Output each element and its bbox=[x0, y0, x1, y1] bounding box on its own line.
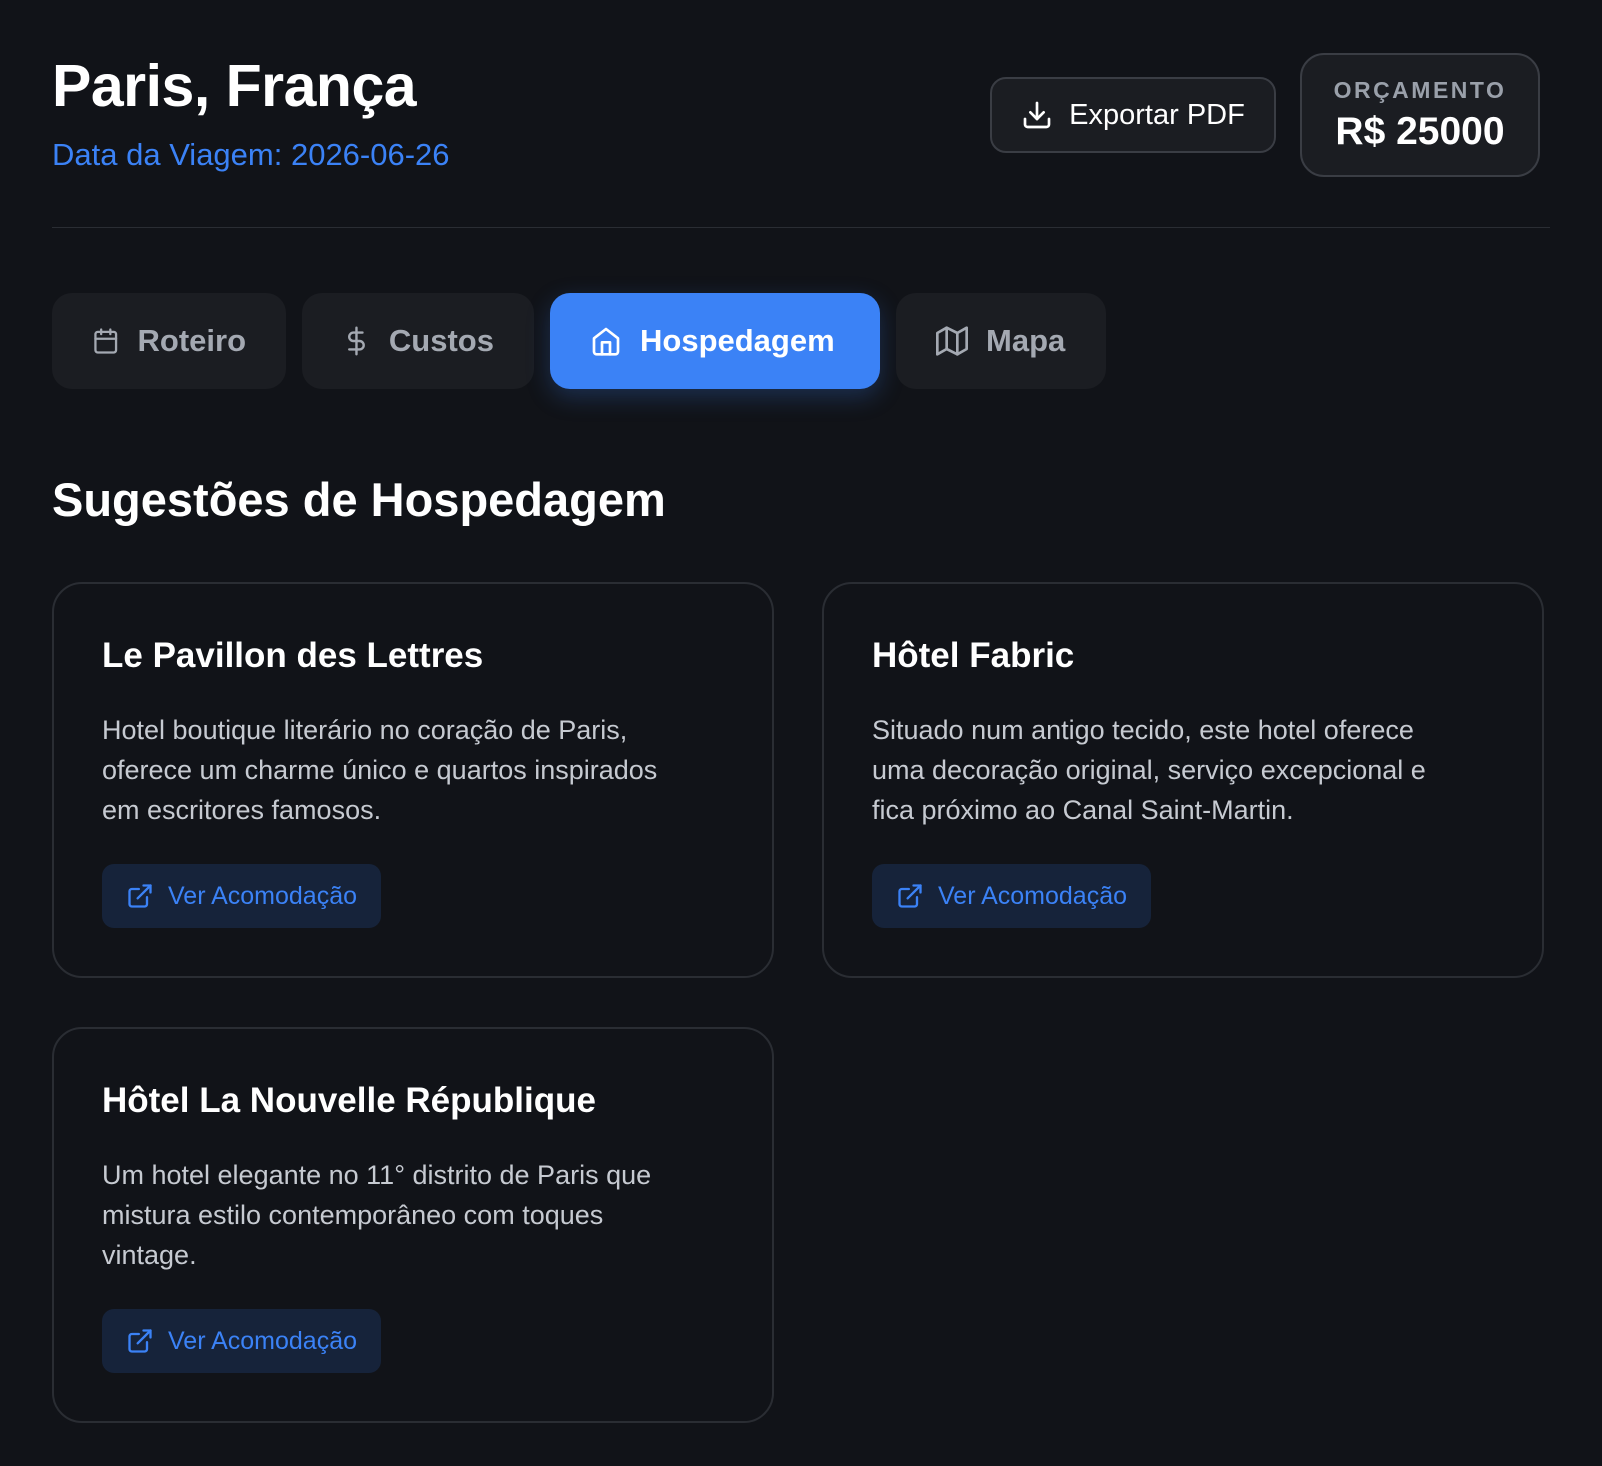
export-pdf-button[interactable]: Exportar PDF bbox=[990, 77, 1276, 153]
page-title: Paris, França bbox=[52, 53, 417, 119]
hotel-description: Situado num antigo tecido, este hotel of… bbox=[872, 715, 1426, 825]
view-accommodation-label: Ver Acomodação bbox=[168, 1326, 358, 1355]
hotel-name: Le Pavillon des Lettres bbox=[102, 636, 484, 675]
export-pdf-label: Exportar PDF bbox=[1069, 98, 1245, 131]
section-title: Sugestões de Hospedagem bbox=[52, 473, 666, 526]
external-link-icon bbox=[898, 884, 922, 908]
view-accommodation-label: Ver Acomodação bbox=[938, 881, 1128, 910]
budget-value: R$ 25000 bbox=[1335, 109, 1505, 153]
hotel-card: Hôtel La Nouvelle République Um hotel el… bbox=[52, 1027, 774, 1423]
hotel-name: Hôtel La Nouvelle République bbox=[102, 1081, 596, 1120]
trip-date: Data da Viagem: 2026-06-26 bbox=[52, 137, 450, 172]
tab-mapa[interactable]: Mapa bbox=[896, 293, 1106, 389]
budget-box: ORÇAMENTO R$ 25000 bbox=[1300, 53, 1540, 177]
view-accommodation-button[interactable]: Ver Acomodação bbox=[872, 864, 1152, 928]
budget-label: ORÇAMENTO bbox=[1333, 76, 1507, 103]
hotel-description: Um hotel elegante no 11° distrito de Par… bbox=[102, 1160, 652, 1270]
external-link-icon bbox=[128, 884, 152, 908]
download-icon bbox=[1023, 101, 1051, 129]
tab-roteiro[interactable]: Roteiro bbox=[52, 293, 286, 389]
header: Paris, França Data da Viagem: 2026-06-26… bbox=[52, 0, 1550, 228]
view-accommodation-label: Ver Acomodação bbox=[168, 881, 358, 910]
view-accommodation-button[interactable]: Ver Acomodação bbox=[102, 1309, 382, 1373]
external-link-icon bbox=[128, 1329, 152, 1353]
dollar-icon bbox=[348, 326, 365, 356]
tab-custos[interactable]: Custos bbox=[302, 293, 534, 389]
tab-label: Mapa bbox=[986, 323, 1066, 358]
page: Paris, França Data da Viagem: 2026-06-26… bbox=[0, 0, 1602, 1466]
map-icon bbox=[936, 326, 968, 356]
home-icon bbox=[592, 327, 620, 356]
hotel-description: Hotel boutique literário no coração de P… bbox=[102, 715, 658, 825]
hotel-card: Le Pavillon des Lettres Hotel boutique l… bbox=[52, 582, 774, 978]
tab-label: Hospedagem bbox=[640, 323, 835, 358]
tab-bar: Roteiro Custos Hospedagem Mapa bbox=[52, 293, 1106, 389]
calendar-icon bbox=[94, 328, 118, 354]
tab-label: Custos bbox=[388, 323, 494, 358]
hotel-name: Hôtel Fabric bbox=[872, 636, 1075, 675]
tab-hospedagem[interactable]: Hospedagem bbox=[550, 293, 880, 389]
hotel-card: Hôtel Fabric Situado num antigo tecido, … bbox=[822, 582, 1544, 978]
tab-label: Roteiro bbox=[137, 323, 247, 358]
view-accommodation-button[interactable]: Ver Acomodação bbox=[102, 864, 382, 928]
